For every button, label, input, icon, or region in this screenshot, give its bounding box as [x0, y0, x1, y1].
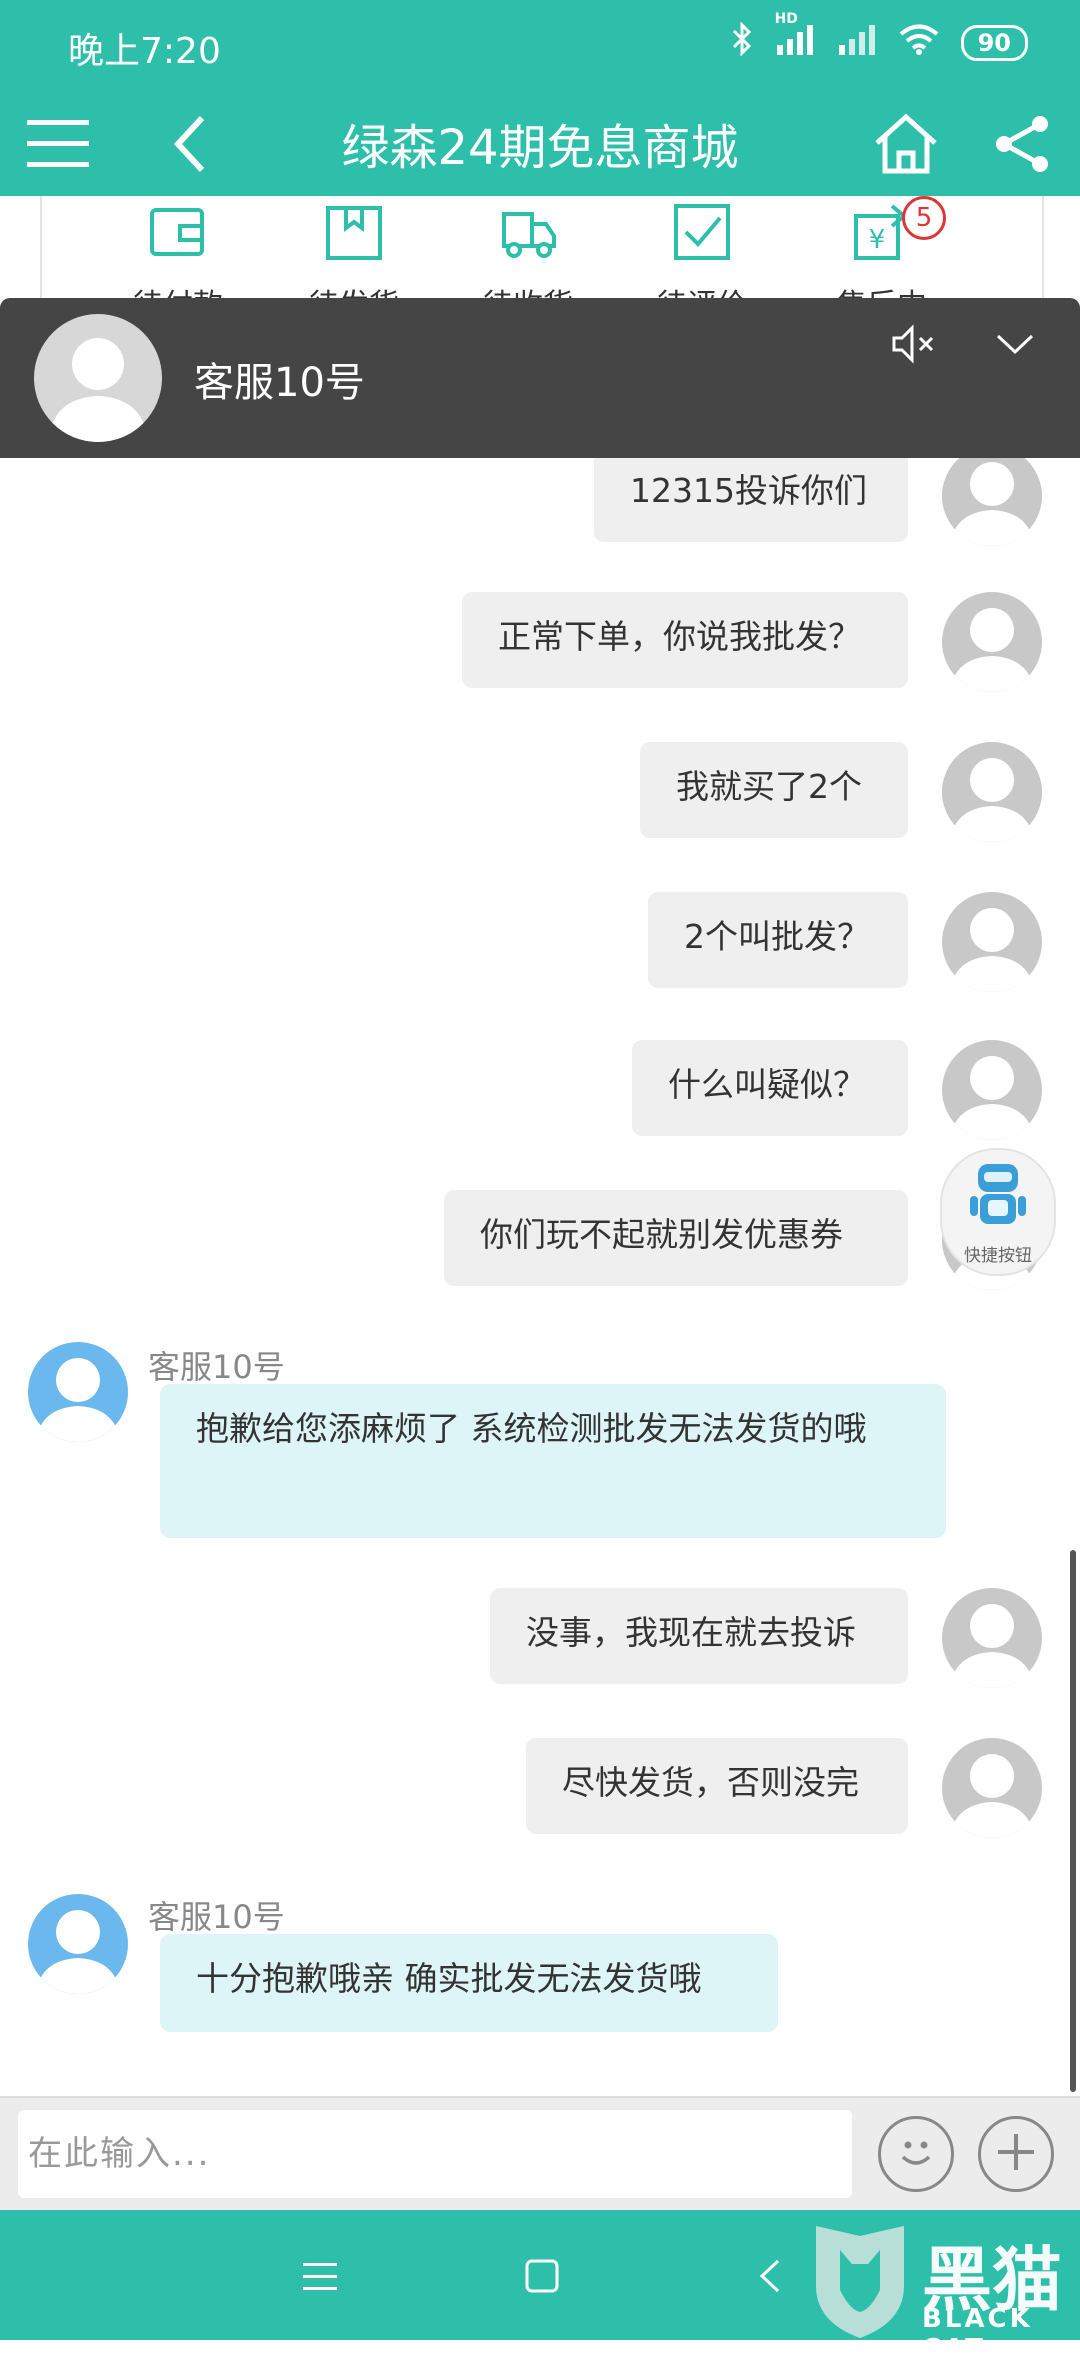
input-bar — [0, 2096, 1080, 2212]
recents-button[interactable] — [290, 2248, 350, 2308]
check-icon — [672, 202, 732, 262]
chat-scrollbar[interactable] — [1070, 1550, 1076, 2092]
blackcat-watermark: 黑猫 BLACK CAT — [810, 2220, 1080, 2364]
user-avatar — [942, 892, 1042, 992]
emoji-button[interactable] — [878, 2116, 954, 2192]
agent-message-avatar — [28, 1894, 128, 1994]
agent-message-avatar — [28, 1342, 128, 1442]
truck-icon — [498, 202, 558, 262]
back-triangle-icon — [758, 2257, 782, 2299]
smiley-icon — [891, 2127, 941, 2181]
home-nav-button[interactable] — [512, 2248, 572, 2308]
network-type: HD — [774, 11, 798, 27]
signal-2-icon — [837, 23, 877, 63]
refund-icon: ¥ 5 — [852, 196, 946, 262]
status-icons: HD 90 — [731, 11, 1028, 64]
user-avatar — [942, 742, 1042, 842]
status-time: 晚上7:20 — [68, 31, 221, 72]
message-bubble: 十分抱歉哦亲 确实批发无法发货哦 — [160, 1934, 778, 2032]
message-bubble: 我就买了2个 — [640, 742, 908, 838]
message-bubble: 没事，我现在就去投诉 — [490, 1588, 908, 1684]
sender-name: 客服10号 — [148, 1898, 285, 1936]
svg-text:¥: ¥ — [869, 225, 886, 255]
share-icon — [992, 114, 1052, 178]
signal-icon: HD — [775, 11, 815, 63]
message-bubble: 2个叫批发？ — [648, 892, 908, 988]
user-avatar — [942, 1588, 1042, 1688]
chat-area[interactable]: 12315投诉你们 正常下单，你说我批发？ 我就买了2个 2个叫批发？ 什么叫疑… — [0, 458, 1080, 2098]
user-avatar — [942, 1040, 1042, 1140]
message-bubble: 抱歉给您添麻烦了 系统检测批发无法发货的哦 — [160, 1384, 946, 1538]
share-button[interactable] — [980, 104, 1064, 188]
menu-lines-icon — [303, 2261, 337, 2295]
battery-indicator: 90 — [960, 25, 1028, 61]
user-avatar — [942, 458, 1042, 546]
app-header: 绿森24期免息商城 — [0, 96, 1080, 196]
agent-bar: 客服10号 — [0, 298, 1080, 458]
square-icon — [525, 2259, 559, 2297]
package-icon — [324, 202, 384, 262]
status-bar: 晚上7:20 HD 90 — [0, 0, 1080, 96]
message-bubble: 正常下单，你说我批发？ — [462, 592, 908, 688]
speaker-mute-icon — [890, 324, 940, 370]
plus-icon — [994, 2130, 1038, 2178]
wallet-icon — [148, 202, 208, 262]
sender-name: 客服10号 — [148, 1348, 285, 1386]
message-input[interactable] — [18, 2110, 852, 2198]
wifi-icon — [899, 23, 939, 63]
message-bubble: 尽快发货，否则没完 — [526, 1738, 908, 1834]
quick-button[interactable]: 快捷按钮 — [940, 1148, 1056, 1276]
order-status-strip: 待付款 待发货 待收货 待评价 ¥ 5 售后中 — [40, 196, 1044, 323]
home-icon — [873, 113, 939, 179]
mute-button[interactable] — [890, 322, 940, 366]
robot-icon — [970, 1160, 1026, 1236]
chevron-down-icon — [990, 334, 1040, 370]
cat-shield-icon — [810, 2220, 910, 2344]
watermark-subtext: BLACK CAT — [922, 2304, 1033, 2364]
bluetooth-icon — [731, 21, 753, 64]
agent-name: 客服10号 — [194, 360, 365, 406]
message-bubble: 你们玩不起就别发优惠券 — [444, 1190, 908, 1286]
user-avatar — [942, 1738, 1042, 1838]
back-nav-button[interactable] — [740, 2248, 800, 2308]
quick-button-label: 快捷按钮 — [964, 1246, 1032, 1266]
agent-avatar — [34, 314, 162, 442]
user-avatar — [942, 592, 1042, 692]
home-button[interactable] — [864, 104, 948, 188]
message-bubble: 什么叫疑似？ — [632, 1040, 908, 1136]
after-sales-badge: 5 — [902, 196, 946, 240]
collapse-button[interactable] — [990, 322, 1040, 366]
message-bubble: 12315投诉你们 — [594, 458, 908, 542]
add-attachment-button[interactable] — [978, 2116, 1054, 2192]
